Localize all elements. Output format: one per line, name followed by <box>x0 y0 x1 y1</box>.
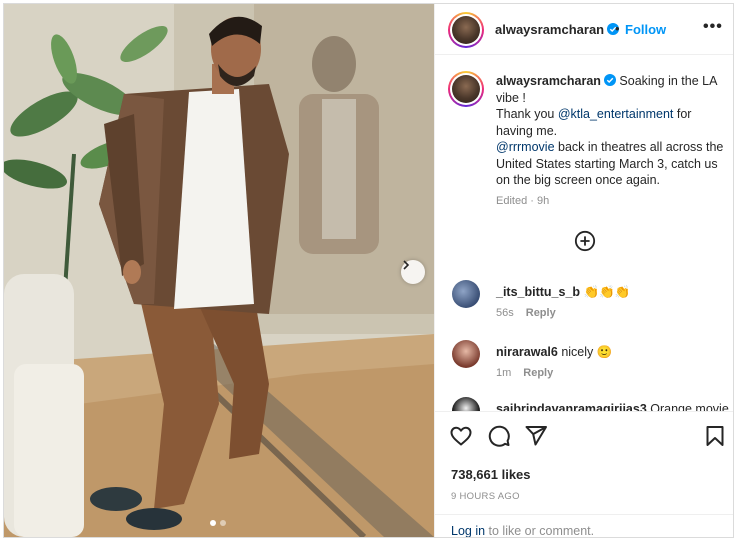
avatar[interactable] <box>452 397 480 411</box>
comments-section: alwaysramcharan Soaking in the LA vibe !… <box>435 56 733 411</box>
avatar[interactable] <box>448 12 484 48</box>
comment-bubble-icon[interactable] <box>487 424 511 448</box>
edited-label: Edited <box>496 195 528 207</box>
header-separator: • <box>615 21 620 36</box>
comment-text: Orange movie <box>650 402 729 411</box>
comment-text: 👏👏👏 <box>583 285 631 299</box>
caption-line-2-pre: Thank you <box>496 107 558 121</box>
comment-time: 1m <box>496 367 512 379</box>
caption-avatar[interactable] <box>448 71 484 107</box>
caption-meta: Edited · 9h <box>496 195 549 207</box>
post-dialog: alwaysramcharan • Follow ••• alwaysramch… <box>3 3 734 538</box>
reply-button[interactable]: Reply <box>526 307 556 319</box>
login-text: to like or comment. <box>485 524 595 538</box>
follow-button[interactable]: Follow <box>625 22 666 37</box>
comment-text: nicely 🙂 <box>561 345 613 359</box>
verified-badge-icon <box>603 74 616 86</box>
comment-line: nirarawal6 nicely 🙂 <box>496 345 612 360</box>
caption-text: alwaysramcharan Soaking in the LA vibe !… <box>496 73 724 189</box>
login-link[interactable]: Log in <box>451 524 485 537</box>
post-side-panel: alwaysramcharan • Follow ••• alwaysramch… <box>434 4 733 538</box>
chevron-right-icon <box>403 260 410 270</box>
comment-username[interactable]: saibrindavanramagiriias3 <box>496 402 647 411</box>
post-timestamp[interactable]: 9 HOURS AGO <box>451 491 520 502</box>
photo-illustration <box>4 4 434 537</box>
slide-dot-active <box>210 520 216 526</box>
post-actions: 738,661 likes 9 HOURS AGO Log in to like… <box>435 411 733 538</box>
comment-time: 56s <box>496 307 514 319</box>
header-username[interactable]: alwaysramcharan <box>495 22 620 37</box>
comment-username[interactable]: _its_bittu_s_b <box>496 285 580 299</box>
bookmark-icon[interactable] <box>703 424 727 448</box>
caption-username[interactable]: alwaysramcharan <box>496 74 601 88</box>
edited-separator: · <box>530 195 534 207</box>
avatar[interactable] <box>452 280 480 308</box>
comment-meta: 56s Reply <box>496 307 556 319</box>
post-photo[interactable] <box>4 4 434 537</box>
login-bar: Log in to like or comment. <box>435 514 733 538</box>
avatar[interactable] <box>452 340 480 368</box>
login-prompt: Log in to like or comment. <box>451 524 595 538</box>
slide-indicator <box>210 520 226 526</box>
comment-line: saibrindavanramagiriias3 Orange movie <box>496 402 729 411</box>
next-slide-button[interactable] <box>401 260 425 284</box>
paper-plane-icon[interactable] <box>524 424 548 448</box>
plus-circle-icon[interactable] <box>574 230 596 252</box>
slide-dot <box>220 520 226 526</box>
comment-username[interactable]: nirarawal6 <box>496 345 558 359</box>
post-header: alwaysramcharan • Follow ••• <box>435 4 733 55</box>
mention-link[interactable]: @rrrmovie <box>496 140 555 154</box>
caption-time: 9h <box>537 195 550 207</box>
mention-link[interactable]: @ktla_entertainment <box>558 107 674 121</box>
likes-count[interactable]: 738,661 likes <box>451 467 531 482</box>
username-text[interactable]: alwaysramcharan <box>495 22 604 37</box>
more-dots-icon[interactable]: ••• <box>703 18 723 36</box>
heart-icon[interactable] <box>449 424 473 448</box>
reply-button[interactable]: Reply <box>523 367 553 379</box>
comment-line: _its_bittu_s_b 👏👏👏 <box>496 285 630 300</box>
comment-meta: 1m Reply <box>496 367 553 379</box>
